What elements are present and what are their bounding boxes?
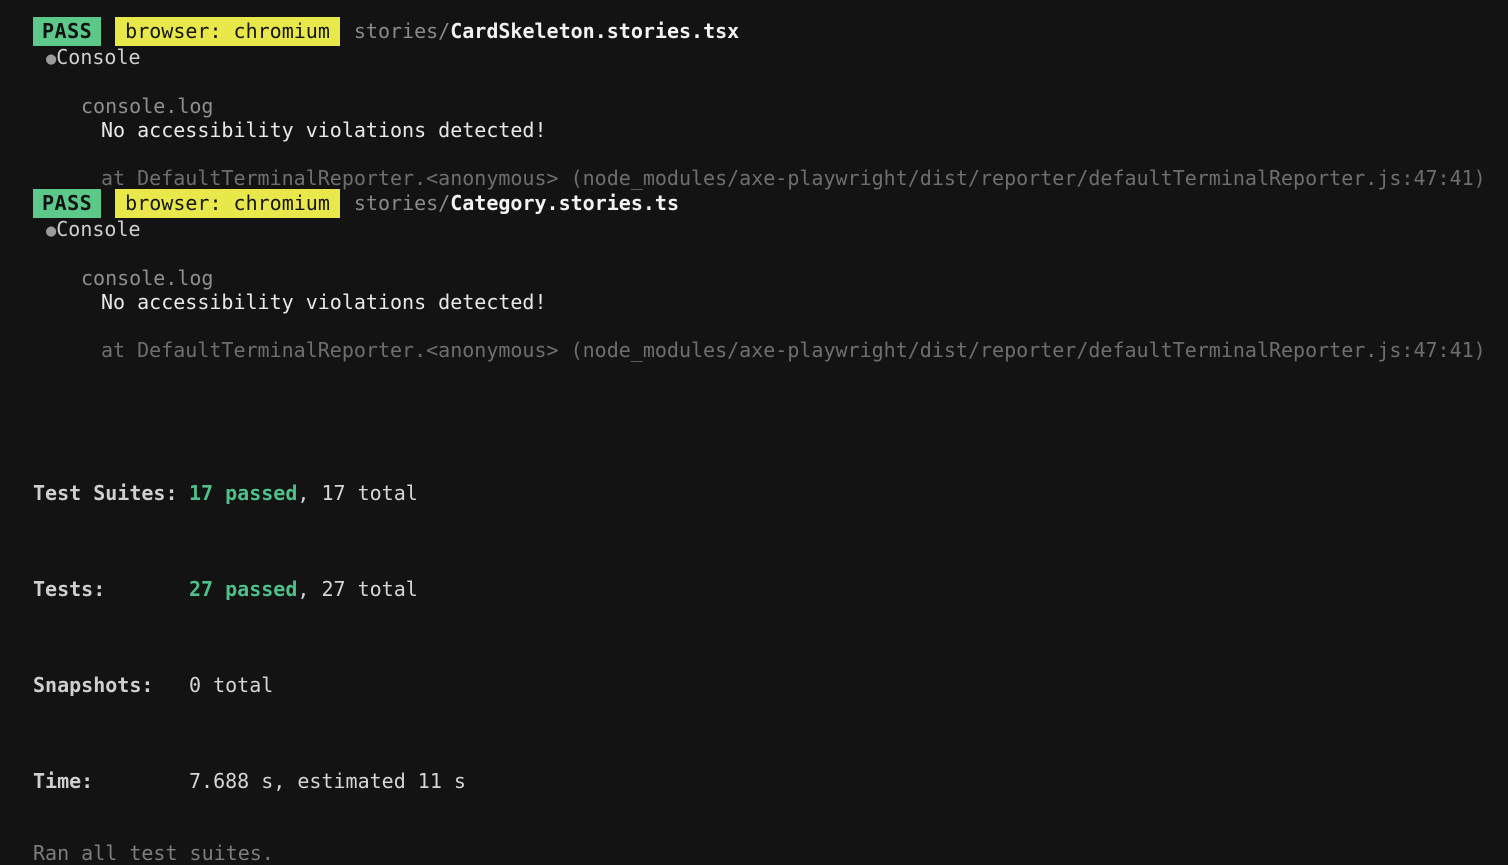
console-log-message: No accessibility violations detected! [101,290,547,314]
suite-header: PASS browser: chromium stories/CardSkeleto… [0,17,1508,46]
summary-total-tests: , 27 total [297,577,418,601]
summary-row-snapshots: Snapshots: 0 total [33,673,1508,697]
summary-passed-tests: 27 passed [189,577,298,601]
test-suite-result: PASS browser: chromium stories/Category.st… [0,189,1508,362]
suite-path-dir: stories/ [353,19,451,43]
suite-path-file: CardSkeleton.stories.tsx [450,19,740,43]
status-badge: PASS [33,17,102,46]
summary-row-test-suites: Test Suites: 17 passed, 17 total [33,481,1508,505]
test-suite-result: PASS browser: chromium stories/CardSkeleto… [0,17,1508,190]
status-badge: PASS [33,189,102,218]
console-log-message: No accessibility violations detected! [101,118,547,142]
console-group-label: Console [56,45,141,69]
summary-footer: Ran all test suites. [33,841,274,865]
console-log-label: console.log [81,94,214,118]
console-group-label: Console [56,217,141,241]
summary-total-test-suites: , 17 total [297,481,418,505]
summary-value-time: 7.688 s, estimated 11 s [189,769,466,793]
terminal-output: PASS browser: chromium stories/CardSkeleto… [0,0,1508,865]
summary-label-time: Time: [33,769,94,793]
summary-label-test-suites: Test Suites: [33,481,178,505]
suite-path-file: Category.stories.ts [450,191,679,215]
console-group-header: ●Console [0,216,1508,242]
console-group-header: ●Console [0,44,1508,70]
console-log-label: console.log [81,266,214,290]
summary-row-time: Time: 7.688 s, estimated 11 s [33,769,1508,793]
suite-path-dir: stories/ [353,191,451,215]
summary-label-snapshots: Snapshots: [33,673,154,697]
suite-header: PASS browser: chromium stories/Category.st… [0,189,1508,218]
summary-passed-test-suites: 17 passed [189,481,298,505]
summary-value-snapshots: 0 total [189,673,274,697]
test-summary: Test Suites: 17 passed, 17 total Tests: 27… [0,433,1508,841]
summary-label-tests: Tests: [33,577,106,601]
browser-badge: browser: chromium [115,17,340,46]
console-stack-trace: at DefaultTerminalReporter.<anonymous> (… [101,166,1486,190]
summary-row-tests: Tests: 27 passed, 27 total [33,577,1508,601]
browser-badge: browser: chromium [115,189,340,218]
bullet-icon: ● [46,49,57,69]
bullet-icon: ● [46,221,57,241]
console-stack-trace: at DefaultTerminalReporter.<anonymous> (… [101,338,1486,362]
